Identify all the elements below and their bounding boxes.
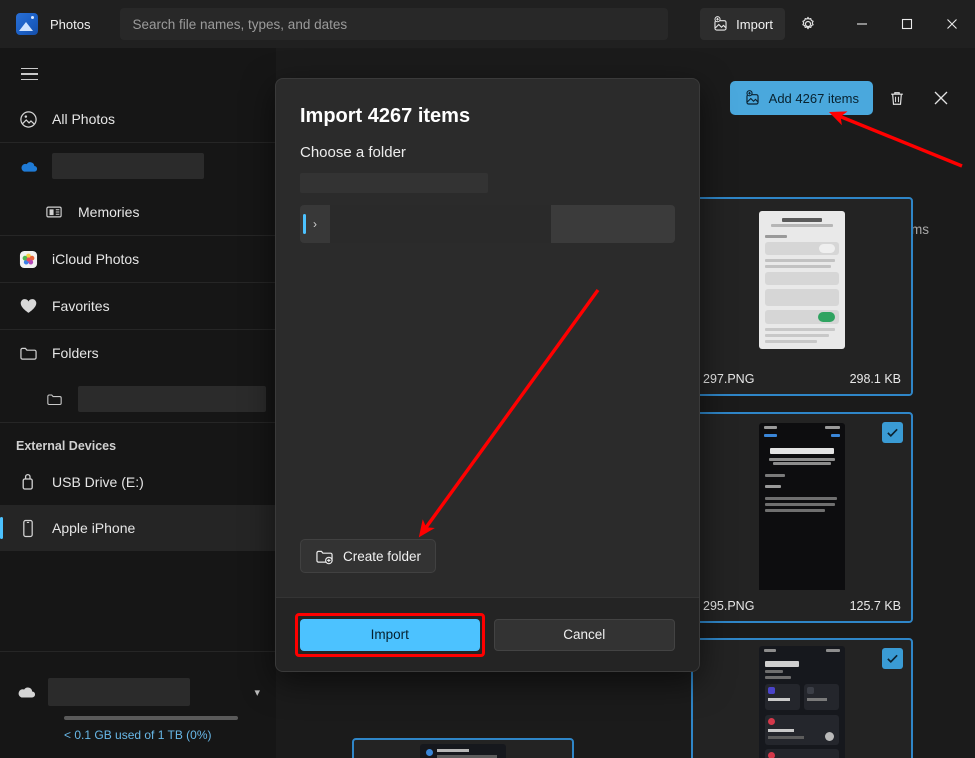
search-input[interactable]: Search file names, types, and dates: [120, 8, 669, 40]
thumbnail-card[interactable]: [352, 738, 574, 758]
sidebar-section-external-devices: External Devices: [16, 439, 117, 453]
dialog-subtitle: Choose a folder: [300, 144, 406, 161]
dialog-footer: Import Cancel: [276, 597, 699, 671]
sidebar-item-label: Memories: [78, 204, 140, 220]
import-button[interactable]: Import: [700, 8, 785, 40]
import-button-label: Import: [736, 16, 773, 32]
thumbnail-filename: 297.PNG: [703, 371, 755, 386]
thumbnail-image: [693, 640, 911, 758]
gear-icon: [802, 16, 814, 30]
sidebar-item-label: Favorites: [52, 298, 110, 314]
sidebar-item-label: Apple iPhone: [52, 520, 136, 536]
sidebar-item-label: iCloud Photos: [52, 251, 140, 267]
close-button[interactable]: [929, 0, 975, 48]
create-folder-label: Create folder: [343, 548, 422, 564]
maximize-button[interactable]: [884, 0, 929, 48]
phone-screenshot-dark: [420, 744, 506, 758]
minimize-button[interactable]: [839, 0, 884, 48]
title-bar: Photos Search file names, types, and dat…: [0, 0, 975, 48]
thumbnail-image: [693, 414, 911, 593]
hamburger-icon: [20, 64, 38, 84]
import-dialog: Import 4267 items Choose a folder › Crea…: [275, 78, 700, 672]
sidebar-item-onedrive[interactable]: [0, 143, 276, 189]
icloud-photos-icon: [18, 249, 38, 269]
selection-toolbar: Add 4267 items: [713, 76, 975, 120]
sidebar-item-folder-redacted[interactable]: [0, 376, 276, 422]
folder-icon: [18, 343, 38, 363]
storage-progress-bar: [64, 716, 238, 720]
delete-button[interactable]: [877, 78, 917, 118]
thumbnail-filesize: 298.1 KB: [849, 371, 901, 386]
thumbnail-meta: 297.PNG 298.1 KB: [693, 363, 911, 394]
add-items-button[interactable]: Add 4267 items: [729, 81, 873, 115]
thumbnail-filename: 295.PNG: [703, 598, 755, 613]
sidebar-item-label: USB Drive (E:): [52, 474, 144, 490]
chevron-right-icon[interactable]: ›: [300, 205, 330, 243]
sidebar-item-favorites[interactable]: Favorites: [0, 283, 276, 329]
memories-icon: [44, 202, 64, 222]
folder-name-redacted: [330, 205, 551, 243]
search-placeholder: Search file names, types, and dates: [132, 16, 348, 32]
close-icon: [947, 19, 957, 29]
maximize-icon: [901, 18, 912, 30]
dialog-cancel-button[interactable]: Cancel: [493, 618, 675, 651]
titlebar-actions: Import: [700, 0, 975, 48]
add-items-label: Add 4267 items: [768, 90, 859, 106]
trash-icon: [891, 91, 903, 105]
sidebar-item-all-photos[interactable]: All Photos: [0, 96, 276, 142]
import-button-highlight: [295, 612, 485, 657]
cloud-icon: [16, 682, 36, 702]
sidebar-item-usb-drive[interactable]: USB Drive (E:): [0, 459, 276, 505]
create-folder-icon: [316, 550, 333, 564]
heart-icon: [18, 296, 38, 316]
thumbnail-meta: 295.PNG 125.7 KB: [693, 590, 911, 621]
storage-account-redacted: [48, 678, 190, 706]
folder-icon: [44, 389, 64, 409]
folder-row-tail: [551, 205, 675, 243]
sidebar-item-icloud-photos[interactable]: iCloud Photos: [0, 236, 276, 282]
phone-icon: [18, 518, 38, 538]
app-title: Photos: [50, 16, 91, 32]
phone-screenshot-dark: [759, 646, 845, 758]
minimize-icon: [856, 23, 867, 25]
create-folder-button[interactable]: Create folder: [300, 539, 437, 573]
storage-summary: ▾ < 0.1 GB used of 1 TB (0%): [0, 664, 276, 758]
thumbnail-image: [693, 199, 911, 363]
sidebar-divider: [0, 651, 276, 652]
phone-screenshot-light: [759, 211, 845, 349]
sidebar: All Photos Memories iCloud Photos Favori…: [0, 48, 276, 758]
thumbnail-card[interactable]: 295.PNG 125.7 KB: [691, 412, 913, 623]
photos-app-icon: [16, 13, 38, 35]
folder-path-redacted: [300, 173, 488, 193]
onedrive-cloud-icon: [18, 156, 38, 176]
close-selection-button[interactable]: [921, 78, 961, 118]
settings-button[interactable]: [791, 8, 825, 40]
sidebar-item-label: Folders: [52, 345, 99, 361]
storage-usage-text: < 0.1 GB used of 1 TB (0%): [64, 728, 212, 742]
sidebar-item-memories[interactable]: Memories: [0, 189, 276, 235]
sidebar-item-apple-iphone[interactable]: Apple iPhone: [0, 505, 276, 551]
thumbnail-card[interactable]: [691, 638, 913, 758]
folder-tree-row[interactable]: ›: [300, 205, 675, 243]
sidebar-item-label-redacted: [52, 153, 204, 179]
phone-screenshot-dark: [759, 423, 845, 593]
dialog-title: Import 4267 items: [300, 105, 471, 127]
sidebar-item-folders[interactable]: Folders: [0, 330, 276, 376]
all-photos-icon: [18, 109, 38, 129]
dialog-body: Import 4267 items Choose a folder › Crea…: [276, 79, 699, 597]
sidebar-item-label-redacted: [78, 386, 266, 412]
window-controls: [839, 0, 975, 48]
chevron-down-icon[interactable]: ▾: [254, 686, 260, 699]
photos-app-window: Photos Search file names, types, and dat…: [0, 0, 975, 758]
usb-drive-icon: [18, 472, 38, 492]
menu-button[interactable]: [6, 52, 52, 96]
thumbnail-card[interactable]: 297.PNG 298.1 KB: [691, 197, 913, 396]
add-photos-icon: [746, 89, 759, 105]
close-icon: [934, 91, 948, 105]
import-photo-icon: [714, 15, 727, 31]
sidebar-item-label: All Photos: [52, 111, 116, 127]
thumbnail-filesize: 125.7 KB: [849, 598, 901, 613]
thumbnail-image: [354, 740, 572, 758]
import-primary-wrap: Import: [295, 612, 485, 657]
